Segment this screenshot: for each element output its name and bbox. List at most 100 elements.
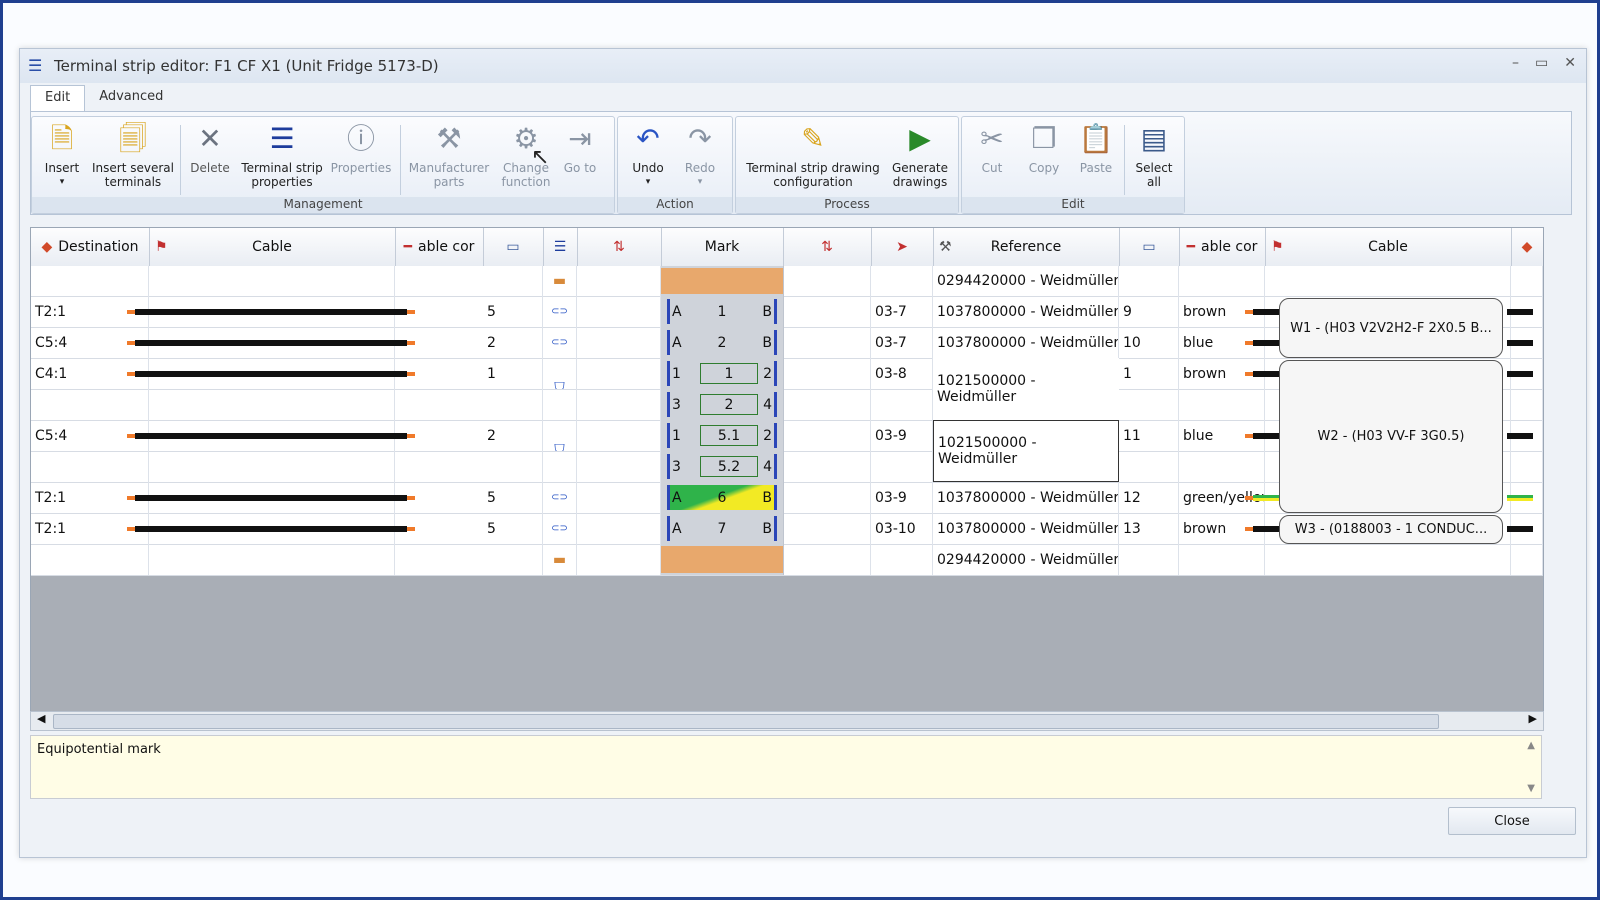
- cable-cell-r[interactable]: [1265, 544, 1511, 575]
- reference-cell[interactable]: 1037800000 - Weidmüller: [933, 513, 1119, 544]
- drawing-configuration-button[interactable]: ✎ Terminal strip drawing configuration: [740, 119, 886, 190]
- core-number-cell-r[interactable]: 12: [1119, 482, 1179, 513]
- core-number-cell-r[interactable]: [1119, 266, 1179, 296]
- core-color-cell[interactable]: [1179, 544, 1265, 575]
- page-cell[interactable]: 03-9: [871, 420, 933, 451]
- col-mark[interactable]: Mark: [661, 228, 784, 266]
- go-to-button[interactable]: ⇥ Go to: [558, 119, 602, 176]
- destination-cell-r[interactable]: [1511, 451, 1543, 482]
- horizontal-scrollbar[interactable]: ◀ ▶: [30, 711, 1544, 731]
- redo-button[interactable]: ↷ Redo ▾: [674, 119, 726, 189]
- terminal-type-cell[interactable]: ⛉: [543, 420, 577, 451]
- cable-block[interactable]: W2 - (H03 VV-F 3G0.5): [1279, 360, 1503, 513]
- terminal-type-cell[interactable]: [543, 389, 577, 420]
- core-number-cell[interactable]: 5: [483, 296, 543, 327]
- destination-cell[interactable]: [31, 389, 149, 420]
- page-cell[interactable]: 03-7: [871, 296, 933, 327]
- col-destination-r[interactable]: ◆: [1511, 228, 1543, 266]
- destination-cell-r[interactable]: [1511, 544, 1543, 575]
- core-color-cell[interactable]: [1179, 266, 1265, 296]
- level-cell[interactable]: [577, 358, 661, 389]
- mark-cell[interactable]: A 7 B: [661, 513, 784, 544]
- page-cell[interactable]: [871, 451, 933, 482]
- level-cell-2[interactable]: [783, 266, 871, 296]
- destination-cell[interactable]: [31, 451, 149, 482]
- page-cell[interactable]: [871, 544, 933, 575]
- core-number-cell-r[interactable]: 9: [1119, 296, 1179, 327]
- mark-cell[interactable]: 3 5.2 4: [661, 451, 784, 482]
- undo-button[interactable]: ↶ Undo ▾: [622, 119, 674, 189]
- properties-button[interactable]: ⓘ Properties: [328, 119, 394, 176]
- reference-cell-merged[interactable]: 1021500000 - Weidmüller: [933, 420, 1119, 482]
- col-cable-core-r[interactable]: ━ able cor: [1179, 228, 1266, 266]
- scroll-left-icon[interactable]: ◀: [37, 712, 45, 725]
- terminal-type-cell[interactable]: ⊂⊃: [543, 482, 577, 513]
- copy-button[interactable]: ❐ Copy: [1018, 119, 1070, 176]
- core-number-cell-r[interactable]: 10: [1119, 327, 1179, 358]
- minimize-icon[interactable]: –: [1512, 55, 1519, 71]
- page-cell[interactable]: 03-9: [871, 482, 933, 513]
- col-reference[interactable]: ⚒ Reference: [933, 228, 1120, 266]
- core-number-cell[interactable]: 5: [483, 482, 543, 513]
- core-number-cell[interactable]: 1: [483, 358, 543, 389]
- mark-cell[interactable]: A 1 B: [661, 296, 784, 327]
- destination-cell[interactable]: [31, 266, 149, 296]
- col-cable-r[interactable]: ⚑ Cable: [1265, 228, 1512, 266]
- core-color-cell[interactable]: [1179, 451, 1265, 482]
- col-cable[interactable]: ⚑ Cable: [149, 228, 396, 266]
- level-cell[interactable]: [577, 482, 661, 513]
- mark-cell[interactable]: [661, 544, 784, 575]
- reference-cell[interactable]: 0294420000 - Weidmüller: [933, 544, 1119, 575]
- core-number-cell[interactable]: 2: [483, 420, 543, 451]
- reference-cell[interactable]: 1037800000 - Weidmüller: [933, 327, 1119, 358]
- level-cell-2[interactable]: [783, 513, 871, 544]
- core-number-cell-r[interactable]: [1119, 389, 1179, 420]
- mark-cell[interactable]: 3 24: [661, 389, 784, 420]
- level-cell-2[interactable]: [783, 296, 871, 327]
- terminal-strip-properties-button[interactable]: ☰ Terminal strip properties: [236, 119, 328, 190]
- page-cell[interactable]: 03-8: [871, 358, 933, 389]
- cable-cell-r[interactable]: [1265, 266, 1511, 296]
- table-row[interactable]: ▬ 0294420000 - Weidmüller: [31, 544, 1543, 576]
- core-number-cell-r[interactable]: [1119, 451, 1179, 482]
- terminal-type-cell[interactable]: ▬: [543, 544, 577, 575]
- close-icon[interactable]: ✕: [1564, 55, 1576, 71]
- cable-block[interactable]: W1 - (H03 V2V2H2-F 2X0.5 B...: [1279, 298, 1503, 358]
- level-cell[interactable]: [577, 389, 661, 420]
- mark-cell[interactable]: [661, 266, 784, 296]
- level-cell-2[interactable]: [783, 482, 871, 513]
- core-number-cell[interactable]: 5: [483, 513, 543, 544]
- scroll-thumb[interactable]: [53, 714, 1439, 729]
- level-cell-2[interactable]: [783, 358, 871, 389]
- scroll-right-icon[interactable]: ▶: [1529, 712, 1537, 725]
- page-cell[interactable]: 03-7: [871, 327, 933, 358]
- terminal-type-cell[interactable]: ⊂⊃: [543, 327, 577, 358]
- core-number-cell[interactable]: 2: [483, 327, 543, 358]
- insert-several-button[interactable]: 🗐 Insert several terminals: [88, 119, 178, 190]
- table-row[interactable]: ▬ 0294420000 - Weidmüller: [31, 266, 1543, 297]
- terminal-type-cell[interactable]: ⊂⊃: [543, 296, 577, 327]
- mark-cell[interactable]: 112: [661, 358, 784, 389]
- col-type[interactable]: ☰: [543, 228, 578, 266]
- level-cell-2[interactable]: [783, 389, 871, 420]
- level-cell[interactable]: [577, 451, 661, 482]
- level-cell[interactable]: [577, 513, 661, 544]
- core-number-cell[interactable]: [483, 544, 543, 575]
- tab-edit[interactable]: Edit: [30, 85, 86, 111]
- col-page[interactable]: ➤: [871, 228, 934, 266]
- terminal-type-cell[interactable]: [543, 451, 577, 482]
- core-number-cell[interactable]: [483, 451, 543, 482]
- generate-drawings-button[interactable]: ▶ Generate drawings: [888, 119, 952, 190]
- terminal-type-cell[interactable]: ▬: [543, 266, 577, 296]
- reference-cell[interactable]: 0294420000 - Weidmüller: [933, 266, 1119, 296]
- cable-cell[interactable]: [149, 389, 395, 420]
- core-color-cell[interactable]: [1179, 389, 1265, 420]
- core-number-cell-r[interactable]: [1119, 544, 1179, 575]
- reference-cell-merged[interactable]: 1021500000 - Weidmüller: [933, 358, 1119, 420]
- level-cell-2[interactable]: [783, 451, 871, 482]
- col-connection-r[interactable]: ▭: [1119, 228, 1180, 266]
- cable-cell[interactable]: [149, 266, 395, 296]
- col-connection[interactable]: ▭: [483, 228, 544, 266]
- cable-cell[interactable]: [149, 544, 395, 575]
- destination-cell[interactable]: [31, 544, 149, 575]
